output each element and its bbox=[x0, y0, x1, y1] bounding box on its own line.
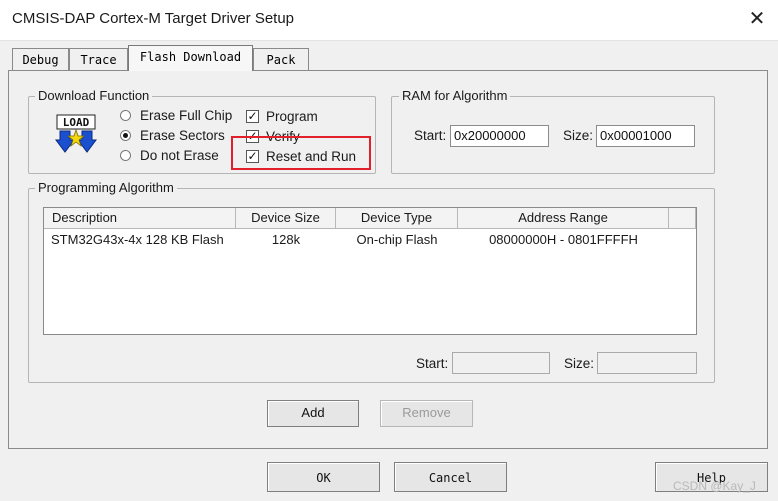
program-checkbox[interactable]: ✓ bbox=[246, 110, 259, 123]
column-header-filler bbox=[669, 208, 696, 229]
column-header-device-type[interactable]: Device Type bbox=[336, 208, 458, 229]
erase-full-chip-label: Erase Full Chip bbox=[140, 108, 233, 123]
algorithm-start-label: Start: bbox=[416, 356, 449, 371]
add-button[interactable]: Add bbox=[267, 400, 359, 427]
ram-start-label: Start: bbox=[414, 128, 447, 143]
close-icon[interactable]: ✕ bbox=[744, 6, 770, 32]
load-icon-text: LOAD bbox=[63, 116, 90, 129]
title-bar: CMSIS-DAP Cortex-M Target Driver Setup ✕ bbox=[0, 0, 778, 41]
row-description: STM32G43x-4x 128 KB Flash bbox=[51, 232, 224, 247]
erase-sectors-label: Erase Sectors bbox=[140, 128, 225, 143]
remove-button[interactable]: Remove bbox=[380, 400, 473, 427]
ok-button[interactable]: OK bbox=[267, 462, 380, 492]
cancel-button[interactable]: Cancel bbox=[394, 462, 507, 492]
do-not-erase-radio[interactable] bbox=[120, 150, 131, 161]
algorithm-list[interactable]: Description Device Size Device Type Addr… bbox=[43, 207, 697, 335]
row-address-range: 08000000H - 0801FFFFH bbox=[489, 232, 638, 247]
ram-for-algorithm-legend: RAM for Algorithm bbox=[399, 88, 511, 103]
ram-size-label: Size: bbox=[563, 128, 594, 143]
erase-full-chip-radio[interactable] bbox=[120, 110, 131, 121]
table-row[interactable]: STM32G43x-4x 128 KB Flash 128k On-chip F… bbox=[44, 229, 696, 251]
window-title: CMSIS-DAP Cortex-M Target Driver Setup bbox=[12, 10, 295, 27]
tab-flash-download[interactable]: Flash Download bbox=[128, 45, 253, 71]
program-label: Program bbox=[266, 109, 318, 124]
row-device-type: On-chip Flash bbox=[356, 232, 438, 247]
highlight-box bbox=[231, 136, 371, 170]
algorithm-size-label: Size: bbox=[564, 356, 595, 371]
download-function-legend: Download Function bbox=[35, 88, 153, 103]
tab-debug[interactable]: Debug bbox=[12, 48, 69, 70]
programming-algorithm-legend: Programming Algorithm bbox=[35, 180, 177, 195]
watermark-text: CSDN @Kay_J bbox=[673, 479, 756, 493]
algorithm-start-input[interactable] bbox=[452, 352, 550, 374]
ram-size-input[interactable]: 0x00001000 bbox=[596, 125, 695, 147]
tab-trace[interactable]: Trace bbox=[69, 48, 128, 70]
ram-start-input[interactable]: 0x20000000 bbox=[450, 125, 549, 147]
erase-sectors-radio[interactable] bbox=[120, 130, 131, 141]
load-icon: LOAD bbox=[54, 114, 98, 154]
column-header-description[interactable]: Description bbox=[44, 208, 236, 229]
algorithm-size-input[interactable] bbox=[597, 352, 697, 374]
column-header-address-range[interactable]: Address Range bbox=[458, 208, 669, 229]
tab-pack[interactable]: Pack bbox=[253, 48, 309, 70]
column-header-device-size[interactable]: Device Size bbox=[236, 208, 336, 229]
row-device-size: 128k bbox=[271, 232, 301, 247]
do-not-erase-label: Do not Erase bbox=[140, 148, 219, 163]
